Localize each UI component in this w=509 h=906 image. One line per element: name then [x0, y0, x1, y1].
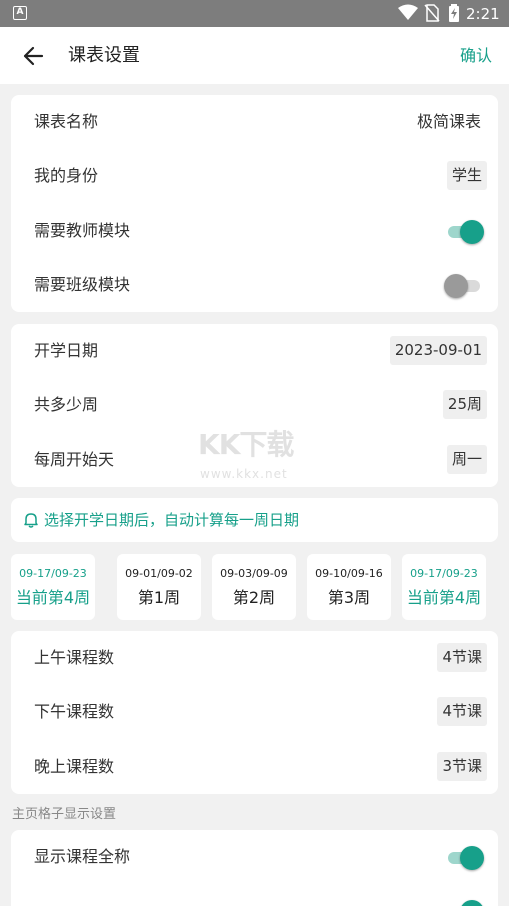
morning-lessons-row[interactable]: 上午课程数 4节课 — [11, 631, 498, 685]
week-label: 当前第4周 — [406, 588, 482, 607]
week-count-row[interactable]: 共多少周 25周 — [11, 378, 498, 432]
schedule-name-label: 课表名称 — [34, 112, 99, 131]
grid-settings-section-title: 主页格子显示设置 — [12, 807, 117, 822]
week-start-row[interactable]: 每周开始天 周一 — [11, 433, 498, 487]
full-name-row: 显示课程全称 — [11, 830, 498, 884]
week-range: 09-17/09-23 — [410, 567, 478, 580]
confirm-button[interactable]: 确认 — [460, 44, 492, 68]
week-start-chip[interactable]: 周一 — [446, 445, 487, 474]
notice-text: 选择开学日期后，自动计算每一周日期 — [44, 511, 300, 529]
term-settings-card: 开学日期 2023-09-01 共多少周 25周 每周开始天 周一 — [11, 324, 498, 487]
morning-lessons-chip[interactable]: 4节课 — [437, 643, 487, 672]
schedule-name-value[interactable]: 极简课表 — [417, 110, 481, 134]
app-notification-icon: A — [13, 6, 27, 20]
week-range: 09-01/09-02 — [125, 567, 193, 580]
start-date-row[interactable]: 开学日期 2023-09-01 — [11, 324, 498, 378]
afternoon-lessons-chip[interactable]: 4节课 — [437, 697, 487, 726]
week-card-2[interactable]: 09-03/09-09 第2周 — [212, 554, 296, 620]
afternoon-lessons-label: 下午课程数 — [34, 702, 115, 721]
evening-lessons-label: 晚上课程数 — [34, 757, 115, 776]
full-name-toggle[interactable] — [444, 844, 484, 870]
back-arrow-icon[interactable] — [18, 41, 50, 71]
teacher-module-toggle[interactable] — [444, 218, 484, 244]
start-date-label: 开学日期 — [34, 341, 99, 360]
lesson-count-card: 上午课程数 4节课 下午课程数 4节课 晚上课程数 3节课 — [11, 631, 498, 794]
week-range: 09-17/09-23 — [19, 567, 87, 580]
week-range: 09-10/09-16 — [315, 567, 383, 580]
week-card-3[interactable]: 09-10/09-16 第3周 — [307, 554, 391, 620]
second-grid-toggle[interactable] — [444, 898, 484, 906]
schedule-name-row[interactable]: 课表名称 极简课表 — [11, 95, 498, 149]
week-count-label: 共多少周 — [34, 395, 99, 414]
bell-icon — [24, 513, 38, 528]
identity-chip[interactable]: 学生 — [446, 161, 487, 190]
second-grid-row — [11, 884, 498, 906]
week-card-1[interactable]: 09-01/09-02 第1周 — [117, 554, 201, 620]
full-name-label: 显示课程全称 — [34, 847, 131, 866]
wifi-icon — [398, 4, 418, 20]
week-start-label: 每周开始天 — [34, 450, 115, 469]
evening-lessons-row[interactable]: 晚上课程数 3节课 — [11, 740, 498, 794]
week-range: 09-03/09-09 — [220, 567, 288, 580]
teacher-module-row: 需要教师模块 — [11, 204, 498, 258]
clock: 2:21 — [466, 5, 500, 23]
page-title: 课表设置 — [68, 45, 140, 66]
basic-settings-card: 课表名称 极简课表 我的身份 学生 需要教师模块 需要班级模块 — [11, 95, 498, 312]
class-module-label: 需要班级模块 — [34, 275, 131, 294]
week-count-chip[interactable]: 25周 — [442, 390, 487, 419]
class-module-toggle[interactable] — [444, 272, 484, 298]
grid-settings-card: 显示课程全称 — [11, 830, 498, 906]
battery-charging-icon — [449, 4, 459, 22]
week-card-4-current[interactable]: 09-17/09-23 当前第4周 — [402, 554, 486, 620]
identity-label: 我的身份 — [34, 166, 99, 185]
week-card-current[interactable]: 09-17/09-23 当前第4周 — [11, 554, 95, 620]
teacher-module-label: 需要教师模块 — [34, 221, 131, 240]
evening-lessons-chip[interactable]: 3节课 — [437, 752, 487, 781]
start-date-chip[interactable]: 2023-09-01 — [389, 336, 487, 365]
auto-calc-notice: 选择开学日期后，自动计算每一周日期 — [11, 498, 498, 542]
week-label: 第1周 — [137, 588, 181, 607]
identity-row[interactable]: 我的身份 学生 — [11, 149, 498, 203]
no-sim-icon — [424, 4, 440, 22]
morning-lessons-label: 上午课程数 — [34, 648, 115, 667]
status-bar: A 2:21 — [0, 0, 509, 27]
class-module-row: 需要班级模块 — [11, 258, 498, 312]
week-label: 第2周 — [232, 588, 276, 607]
week-label: 第3周 — [327, 588, 371, 607]
app-bar: 课表设置 确认 — [0, 27, 509, 84]
week-label: 当前第4周 — [15, 588, 91, 607]
afternoon-lessons-row[interactable]: 下午课程数 4节课 — [11, 685, 498, 739]
